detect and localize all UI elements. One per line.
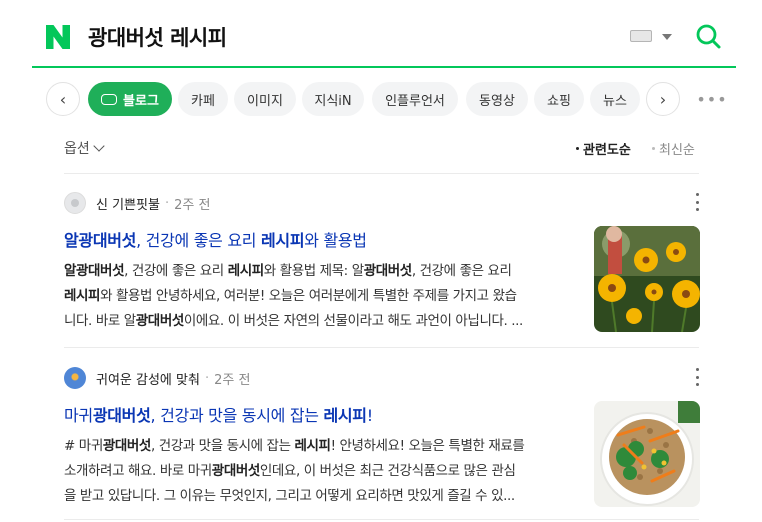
kebab-menu-icon[interactable]: [694, 193, 700, 211]
author-row: 신 기쁜핏불 · 2주 전: [64, 191, 210, 215]
chevron-left-icon: ‹: [59, 89, 67, 109]
author-name[interactable]: 신 기쁜핏불: [96, 194, 160, 213]
tab-image[interactable]: 이미지: [234, 82, 296, 116]
snippet-line: # 마귀광대버섯, 건강과 맛을 동시에 잡는 레시피! 안녕하세요! 오늘은 …: [64, 438, 525, 454]
tabs-prev-button[interactable]: ‹: [46, 82, 80, 116]
more-menu-icon[interactable]: •••: [696, 82, 726, 116]
result-divider: [64, 519, 699, 520]
options-divider: [64, 173, 699, 174]
tab-news[interactable]: 뉴스: [590, 82, 640, 116]
tab-video[interactable]: 동영상: [466, 82, 528, 116]
author-name[interactable]: 귀여운 감성에 맞춰: [96, 369, 200, 388]
sort-relevance[interactable]: 관련도순: [576, 139, 631, 158]
active-dot-icon: [576, 147, 579, 150]
tab-cafe[interactable]: 카페: [178, 82, 228, 116]
tabs-next-button[interactable]: ›: [646, 82, 680, 116]
snippet-line: 소개하려고 해요. 바로 마귀광대버섯인데요, 이 버섯은 최근 건강식품으로 …: [64, 463, 516, 479]
keyboard-icon[interactable]: [630, 30, 652, 42]
snippet-line: 알광대버섯, 건강에 좋은 요리 레시피와 활용법 제목: 알광대버섯, 건강에…: [64, 263, 512, 279]
search-header: 광대버섯 레시피: [0, 0, 762, 70]
author-row: 귀여운 감성에 맞춰 · 2주 전: [64, 366, 250, 390]
tab-influencer[interactable]: 인플루언서: [372, 82, 458, 116]
options-toggle[interactable]: 옵션: [64, 138, 105, 158]
search-icon[interactable]: [694, 22, 722, 50]
post-time: 2주 전: [174, 197, 211, 213]
search-underline: [32, 66, 736, 68]
snippet-line: 을 받고 있답니다. 그 이유는 무엇인지, 그리고 어떻게 요리하면 맛있게 …: [64, 488, 515, 504]
avatar[interactable]: [64, 367, 86, 389]
tab-shopping[interactable]: 쇼핑: [534, 82, 584, 116]
result-title[interactable]: 알광대버섯, 건강에 좋은 요리 레시피와 활용법: [64, 227, 367, 251]
result-title[interactable]: 마귀광대버섯, 건강과 맛을 동시에 잡는 레시피!: [64, 402, 373, 426]
blog-icon: [101, 93, 118, 105]
chevron-down-icon: [93, 140, 105, 152]
post-time: 2주 전: [214, 372, 251, 388]
result-divider: [64, 347, 699, 348]
tab-kin[interactable]: 지식iN: [302, 82, 364, 116]
snippet-line: 니다. 바로 알광대버섯이에요. 이 버섯은 자연의 선물이라고 해도 과언이 …: [64, 313, 523, 329]
snippet-line: 레시피와 활용법 안녕하세요, 여러분! 오늘은 여러분에게 특별한 주제를 가…: [64, 288, 517, 304]
tab-blog[interactable]: 블로그: [88, 82, 172, 116]
chevron-down-icon[interactable]: [662, 34, 672, 40]
result-snippet[interactable]: 알광대버섯, 건강에 좋은 요리 레시피와 활용법 제목: 알광대버섯, 건강에…: [64, 259, 578, 334]
thumbnail-image[interactable]: [594, 226, 700, 332]
naver-logo-icon[interactable]: [44, 24, 72, 50]
search-query-text[interactable]: 광대버섯 레시피: [88, 22, 227, 52]
avatar[interactable]: [64, 192, 86, 214]
tab-bar: ‹ 블로그 카페 이미지 지식iN 인플루언서 동영상 쇼핑 뉴스 › •••: [0, 78, 762, 120]
chevron-right-icon: ›: [659, 89, 667, 109]
thumbnail-image[interactable]: [594, 401, 700, 507]
kebab-menu-icon[interactable]: [694, 368, 700, 386]
sort-latest[interactable]: 최신순: [652, 139, 695, 158]
result-snippet[interactable]: # 마귀광대버섯, 건강과 맛을 동시에 잡는 레시피! 안녕하세요! 오늘은 …: [64, 434, 578, 509]
dot-icon: [652, 147, 655, 150]
